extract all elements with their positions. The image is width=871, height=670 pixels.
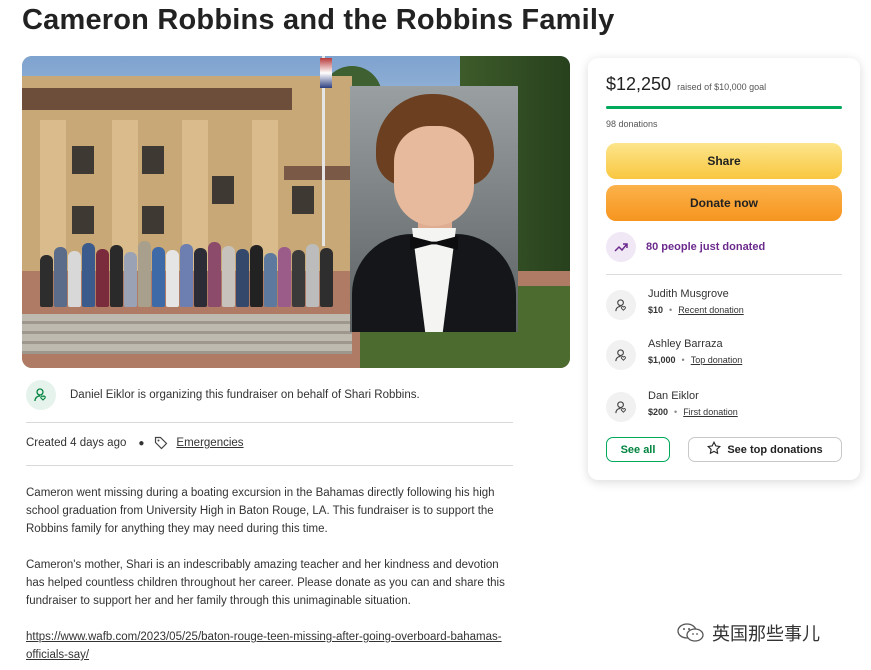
page-title: Cameron Robbins and the Robbins Family	[22, 4, 615, 36]
person	[96, 249, 109, 307]
donor-details: $10 • Recent donation	[648, 305, 744, 315]
hero-image	[22, 56, 570, 368]
see-all-button[interactable]: See all	[606, 437, 670, 462]
organizer-row: Daniel Eiklor is organizing this fundrai…	[26, 380, 420, 410]
progress-bar	[606, 106, 842, 109]
person	[152, 247, 165, 307]
trending-up-icon	[606, 232, 636, 262]
donor-heart-icon	[606, 290, 636, 320]
steps	[22, 314, 352, 354]
donation-card: $12,250 raised of $10,000 goal 98 donati…	[588, 58, 860, 480]
donor-name: Dan Eiklor	[648, 390, 699, 402]
progress-fill	[606, 106, 842, 109]
cameron-portrait	[350, 86, 518, 332]
category-link[interactable]: Emergencies	[176, 437, 243, 449]
person-heart-icon	[26, 380, 56, 410]
flag	[320, 58, 332, 88]
building-roof-wing	[284, 166, 354, 180]
star-icon	[707, 440, 722, 458]
trend-text: 80 people just donated	[646, 241, 766, 253]
donor-amount: $1,000	[648, 355, 676, 365]
separator-dot: •	[681, 355, 685, 365]
person	[82, 243, 95, 307]
window	[72, 206, 94, 234]
person	[278, 247, 291, 307]
news-link[interactable]: https://www.wafb.com/2023/05/25/baton-ro…	[26, 628, 506, 664]
person	[264, 253, 277, 307]
story-paragraph: Cameron's mother, Shari is an indescriba…	[26, 559, 505, 607]
person	[138, 241, 151, 307]
donor-item: Judith Musgrove $10 • Recent donation	[606, 288, 744, 320]
donate-button[interactable]: Donate now	[606, 185, 842, 221]
window	[72, 146, 94, 174]
person	[194, 248, 207, 307]
window	[142, 206, 164, 234]
donation-type-link[interactable]: First donation	[683, 407, 738, 417]
window	[292, 186, 314, 214]
window	[142, 146, 164, 174]
donation-type-link[interactable]: Top donation	[691, 355, 743, 365]
created-date: Created 4 days ago	[26, 437, 127, 449]
donation-type-link[interactable]: Recent donation	[678, 305, 744, 315]
person	[320, 248, 333, 307]
donor-heart-icon	[606, 340, 636, 370]
watermark-text: 英国那些事儿	[712, 624, 820, 644]
donor-item: Dan Eiklor $200 • First donation	[606, 390, 738, 422]
organizer-text: Daniel Eiklor is organizing this fundrai…	[70, 389, 420, 401]
donations-count: 98 donations	[606, 119, 658, 129]
donor-item: Ashley Barraza $1,000 • Top donation	[606, 338, 742, 370]
donor-name: Judith Musgrove	[648, 288, 729, 300]
card-divider	[606, 274, 842, 275]
face	[394, 126, 474, 226]
goal-text: raised of $10,000 goal	[677, 82, 767, 92]
separator-dot: •	[674, 407, 678, 417]
person	[306, 244, 319, 307]
person	[292, 250, 305, 307]
see-top-donations-button[interactable]: See top donations	[688, 437, 842, 462]
person	[68, 251, 81, 307]
crowd	[40, 232, 350, 307]
donor-heart-icon	[606, 392, 636, 422]
wechat-logo-icon	[676, 622, 706, 644]
window	[212, 176, 234, 204]
person	[180, 244, 193, 307]
person	[250, 245, 263, 307]
person	[110, 245, 123, 307]
divider	[26, 422, 513, 423]
person	[222, 246, 235, 307]
divider	[26, 465, 513, 466]
tag-icon	[154, 436, 168, 450]
person	[166, 250, 179, 307]
separator-dot: ●	[138, 437, 145, 449]
donor-name: Ashley Barraza	[648, 338, 723, 350]
watermark: 英国那些事儿	[676, 620, 820, 646]
see-top-label: See top donations	[727, 443, 823, 456]
donor-details: $200 • First donation	[648, 407, 738, 417]
amount-raised: $12,250 raised of $10,000 goal	[606, 74, 766, 95]
fundraiser-meta: Created 4 days ago ● Emergencies	[26, 436, 244, 450]
person	[236, 249, 249, 307]
donor-amount: $200	[648, 407, 669, 417]
donor-amount: $10	[648, 305, 664, 315]
share-button[interactable]: Share	[606, 143, 842, 179]
recent-activity: 80 people just donated	[606, 232, 765, 262]
person	[208, 242, 221, 307]
person	[124, 252, 137, 307]
person	[54, 247, 67, 307]
raised-amount: $12,250	[606, 74, 672, 94]
story-paragraph: Cameron went missing during a boating ex…	[26, 487, 495, 535]
building-roof	[22, 88, 292, 110]
separator-dot: •	[669, 305, 673, 315]
person	[40, 255, 53, 307]
donor-details: $1,000 • Top donation	[648, 355, 742, 365]
